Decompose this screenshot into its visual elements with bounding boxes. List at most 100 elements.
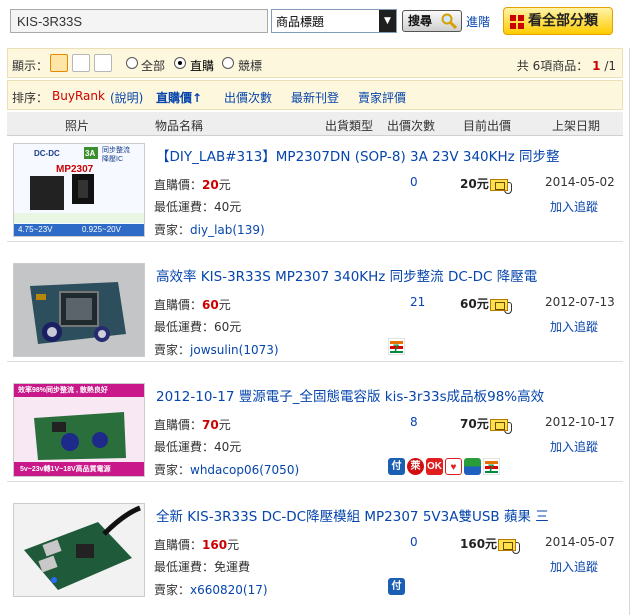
thumb-text: 效率98%同步整流 , 散熱良好: [18, 387, 108, 394]
col-photo: 照片: [65, 119, 90, 133]
category-select-value: 商品標題: [276, 15, 325, 29]
scrollbar[interactable]: [629, 48, 634, 615]
current-bid-value: 70元: [460, 417, 489, 431]
seller: 賣家：x660820(17): [154, 581, 268, 598]
shipping-fee: 最低運費：免運費: [154, 560, 251, 574]
buy-price-value: 20: [202, 178, 219, 192]
shipping-fee: 最低運費：60元: [154, 320, 242, 334]
buy-price-unit: 元: [227, 538, 240, 552]
advanced-search-link[interactable]: 進階: [466, 13, 490, 30]
sort-buyrank[interactable]: BuyRank: [52, 89, 105, 103]
chevron-down-icon[interactable]: ▼: [379, 10, 396, 32]
listing-date: 2012-10-17: [545, 415, 615, 429]
list-item: 全新 KIS-3R33S DC-DC降壓模組 MP2307 5V3A雙USB 蘋…: [7, 498, 623, 615]
item-title-link[interactable]: 【DIY_LAB#313】MP2307DN (SOP-8) 3A 23V 340…: [156, 145, 560, 165]
add-to-watchlist-link[interactable]: 加入追蹤: [550, 438, 598, 455]
family-mart-heart-icon: ♥: [445, 458, 462, 475]
list-item: DC-DC 3A 同步整流 降壓IC MP2307 4.75~23V 0.925…: [7, 138, 623, 242]
search-icon: [441, 13, 457, 29]
filter-auction-label[interactable]: 競標: [238, 57, 262, 74]
grid-icon: [510, 15, 524, 29]
search-button-label: 搜尋: [408, 14, 433, 28]
buy-price-unit: 元: [218, 178, 231, 192]
buy-price: 直購價：70元: [154, 416, 231, 433]
bid-count-link[interactable]: 0: [410, 175, 418, 189]
item-title-link[interactable]: 高效率 KIS-3R33S MP2307 340KHz 同步整流 DC-DC 降…: [156, 265, 537, 285]
count-suffix: 項商品：: [540, 59, 589, 73]
search-button[interactable]: 搜尋: [402, 10, 462, 32]
family-mart-icon: [464, 458, 481, 475]
bid-icon[interactable]: [489, 298, 508, 311]
buy-price-value: 160: [202, 538, 228, 552]
filter-all-label[interactable]: 全部: [141, 57, 165, 74]
sort-newest[interactable]: 最新刊登: [291, 89, 339, 106]
all-categories-button[interactable]: 看全部分類: [503, 7, 613, 35]
seven-eleven-icon: 7: [483, 458, 500, 475]
list-item: 效率98%同步整流 , 散熱良好 5v~23v轉1V~18V高品質電源 2012…: [7, 378, 623, 482]
bid-count-link[interactable]: 8: [410, 415, 418, 429]
product-photo[interactable]: [13, 503, 145, 597]
thumb-text: 3A: [85, 149, 96, 158]
current-bid: 60元: [460, 295, 512, 314]
item-title-link[interactable]: 全新 KIS-3R33S DC-DC降壓模組 MP2307 5V3A雙USB 蘋…: [156, 505, 549, 525]
bid-count-link[interactable]: 0: [410, 535, 418, 549]
product-photo[interactable]: [13, 263, 145, 357]
product-photo[interactable]: 效率98%同步整流 , 散熱良好 5v~23v轉1V~18V高品質電源: [13, 383, 145, 477]
buy-price-unit: 元: [218, 298, 231, 312]
seller-label: 賣家：: [154, 583, 191, 597]
add-to-watchlist-link[interactable]: 加入追蹤: [550, 198, 598, 215]
filter-all-radio[interactable]: [126, 57, 138, 69]
listing-date: 2014-05-02: [545, 175, 615, 189]
search-input[interactable]: [10, 9, 268, 33]
bid-icon[interactable]: [489, 418, 508, 431]
filter-auction-radio[interactable]: [222, 57, 234, 69]
seller-link[interactable]: jowsulin(1073): [190, 343, 279, 357]
list-view-icon[interactable]: [50, 54, 68, 72]
sort-bar: 排序： BuyRank (說明) 直購價↑ 出價次數 最新刊登 賣家評價: [7, 80, 623, 110]
text-view-icon[interactable]: [94, 54, 112, 72]
sort-price-asc[interactable]: 直購價↑: [156, 89, 202, 106]
current-bid-value: 20元: [460, 177, 489, 191]
result-count: 共 6項商品： 1 /1: [517, 57, 616, 74]
seller-label: 賣家：: [154, 223, 191, 237]
buy-price-label: 直購價：: [154, 538, 203, 552]
page-current[interactable]: 1: [592, 59, 600, 73]
current-bid-value: 60元: [460, 297, 489, 311]
filter-buynow-label[interactable]: 直購: [190, 57, 214, 74]
current-bid: 160元: [460, 535, 521, 554]
bid-count-link[interactable]: 21: [410, 295, 425, 309]
seller-label: 賣家：: [154, 463, 191, 477]
seller-link[interactable]: diy_lab(139): [190, 223, 265, 237]
bid-icon[interactable]: [489, 178, 508, 191]
svg-text:7: 7: [488, 463, 494, 475]
buy-price-value: 70: [202, 418, 219, 432]
sort-help-link[interactable]: (說明): [110, 89, 143, 106]
atm-transfer-icon: 付: [388, 578, 405, 595]
sort-bid-count[interactable]: 出價次數: [224, 89, 272, 106]
buy-price-value: 60: [202, 298, 219, 312]
buy-price-label: 直購價：: [154, 178, 203, 192]
add-to-watchlist-link[interactable]: 加入追蹤: [550, 558, 598, 575]
seller-link[interactable]: whdacop06(7050): [190, 463, 299, 477]
seller-link[interactable]: x660820(17): [190, 583, 268, 597]
grid-view-icon[interactable]: [72, 54, 90, 72]
col-current-bid: 目前出價: [463, 119, 512, 133]
product-photo[interactable]: DC-DC 3A 同步整流 降壓IC MP2307 4.75~23V 0.925…: [13, 143, 145, 237]
category-select[interactable]: 商品標題 ▼: [271, 9, 397, 33]
seven-eleven-icon: 7: [388, 338, 405, 355]
listing-date: 2014-05-07: [545, 535, 615, 549]
atm-transfer-icon: 付: [388, 458, 405, 475]
buy-price-label: 直購價：: [154, 418, 203, 432]
bid-icon[interactable]: [498, 538, 517, 551]
sort-seller-rating[interactable]: 賣家評價: [358, 89, 406, 106]
seller: 賣家：diy_lab(139): [154, 221, 265, 238]
buy-price: 直購價：160元: [154, 536, 239, 553]
shipping-fee: 最低運費：40元: [154, 440, 242, 454]
shipping-fee: 最低運費：40元: [154, 200, 242, 214]
filter-buynow-radio[interactable]: [174, 57, 186, 69]
item-title-link[interactable]: 2012-10-17 豐源電子_全固態電容版 kis-3r33s成品板98%高效: [156, 385, 544, 405]
seller: 賣家：jowsulin(1073): [154, 341, 279, 358]
add-to-watchlist-link[interactable]: 加入追蹤: [550, 318, 598, 335]
thumb-text: 4.75~23V: [18, 225, 53, 234]
search-bar: 商品標題 ▼ 搜尋 進階 看全部分類: [0, 0, 634, 44]
